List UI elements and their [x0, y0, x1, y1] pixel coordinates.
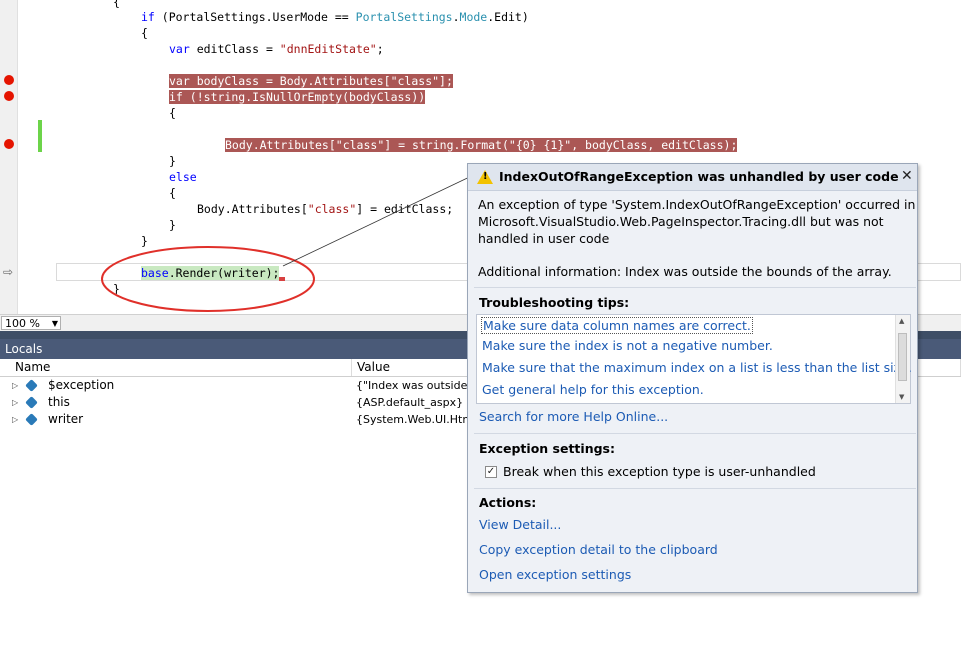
zoom-value: 100 %: [5, 317, 40, 330]
breakpoint-code-line: if (!string.IsNullOrEmpty(bodyClass)): [169, 90, 426, 104]
expand-icon[interactable]: ▷: [12, 411, 18, 428]
warning-icon-mark: !: [483, 171, 488, 182]
tip-link[interactable]: Make sure data column names are correct.: [481, 317, 753, 334]
error-squiggle: [279, 277, 286, 281]
break-checkbox-label[interactable]: Break when this exception type is user-u…: [503, 464, 816, 479]
tip-link[interactable]: Get general help for this exception.: [482, 382, 704, 397]
chevron-down-icon: ▼: [51, 319, 58, 328]
troubleshooting-tips-list[interactable]: Make sure data column names are correct.…: [476, 314, 912, 404]
zoom-dropdown[interactable]: 100 % ▼: [1, 316, 61, 330]
tip-link[interactable]: Make sure that the maximum index on a li…: [482, 360, 912, 375]
exception-description: Microsoft.VisualStudio.Web.PageInspector…: [478, 214, 884, 229]
object-icon: [25, 413, 38, 426]
break-checkbox[interactable]: ✓: [485, 466, 497, 478]
exception-description: An exception of type 'System.IndexOutOfR…: [478, 197, 916, 212]
expand-icon[interactable]: ▷: [12, 394, 18, 411]
local-value: {ASP.default_aspx}: [356, 396, 464, 409]
exception-description: handled in user code: [478, 231, 610, 246]
popup-header: ! IndexOutOfRangeException was unhandled…: [468, 164, 917, 191]
open-exception-settings-link[interactable]: Open exception settings: [479, 567, 631, 582]
local-name: $exception: [48, 378, 115, 392]
tip-link[interactable]: Make sure the index is not a negative nu…: [482, 338, 773, 353]
code-line: }: [169, 154, 176, 168]
expand-icon[interactable]: ▷: [12, 377, 18, 394]
scroll-up-icon[interactable]: ▲: [899, 317, 904, 325]
view-detail-link[interactable]: View Detail...: [479, 517, 561, 532]
code-line: {: [169, 186, 176, 200]
close-icon[interactable]: ✕: [901, 168, 913, 184]
breakpoint-gutter[interactable]: ⇨: [0, 0, 18, 314]
code-line: {: [169, 106, 176, 120]
popup-title: IndexOutOfRangeException was unhandled b…: [499, 169, 899, 184]
breakpoint-code-line: Body.Attributes["class"] = string.Format…: [225, 138, 738, 152]
scrollbar-thumb[interactable]: [898, 333, 907, 381]
object-icon: [25, 396, 38, 409]
code-line: }: [141, 234, 148, 248]
code-line: Body.Attributes["class"] = editClass;: [197, 202, 454, 216]
breakpoint-code-line: var bodyClass = Body.Attributes["class"]…: [169, 74, 453, 88]
actions-header: Actions:: [479, 495, 537, 510]
current-statement-line: base.Render(writer);: [141, 265, 286, 281]
local-value: {System.Web.UI.Htm: [356, 413, 474, 426]
divider: [474, 433, 916, 434]
copy-exception-detail-link[interactable]: Copy exception detail to the clipboard: [479, 542, 718, 557]
change-tracking-bar: [38, 120, 42, 152]
code-line: else: [169, 170, 197, 184]
code-line: }: [113, 282, 120, 296]
code-line: {: [113, 0, 120, 9]
current-statement-arrow-icon: ⇨: [3, 265, 14, 279]
breakpoint-icon[interactable]: [4, 139, 14, 149]
code-line: {: [141, 26, 148, 40]
column-header-name[interactable]: Name: [0, 359, 352, 376]
code-line: if (PortalSettings.UserMode == PortalSet…: [141, 10, 529, 24]
object-icon: [25, 379, 38, 392]
additional-information: Additional information: Index was outsid…: [478, 264, 892, 279]
code-line: }: [169, 218, 176, 232]
breakpoint-icon[interactable]: [4, 75, 14, 85]
scroll-down-icon[interactable]: ▼: [899, 393, 904, 401]
troubleshooting-header: Troubleshooting tips:: [479, 295, 630, 310]
local-name: writer: [48, 412, 84, 426]
tips-scrollbar[interactable]: ▲ ▼: [895, 315, 910, 403]
code-line: var editClass = "dnnEditState";: [169, 42, 384, 56]
local-value: {"Index was outside th: [356, 379, 483, 392]
divider: [474, 488, 916, 489]
search-help-online-link[interactable]: Search for more Help Online...: [479, 409, 668, 424]
exception-assistant-popup: ! IndexOutOfRangeException was unhandled…: [467, 163, 918, 593]
local-name: this: [48, 395, 70, 409]
exception-settings-header: Exception settings:: [479, 441, 615, 456]
breakpoint-icon[interactable]: [4, 91, 14, 101]
divider: [474, 287, 916, 288]
